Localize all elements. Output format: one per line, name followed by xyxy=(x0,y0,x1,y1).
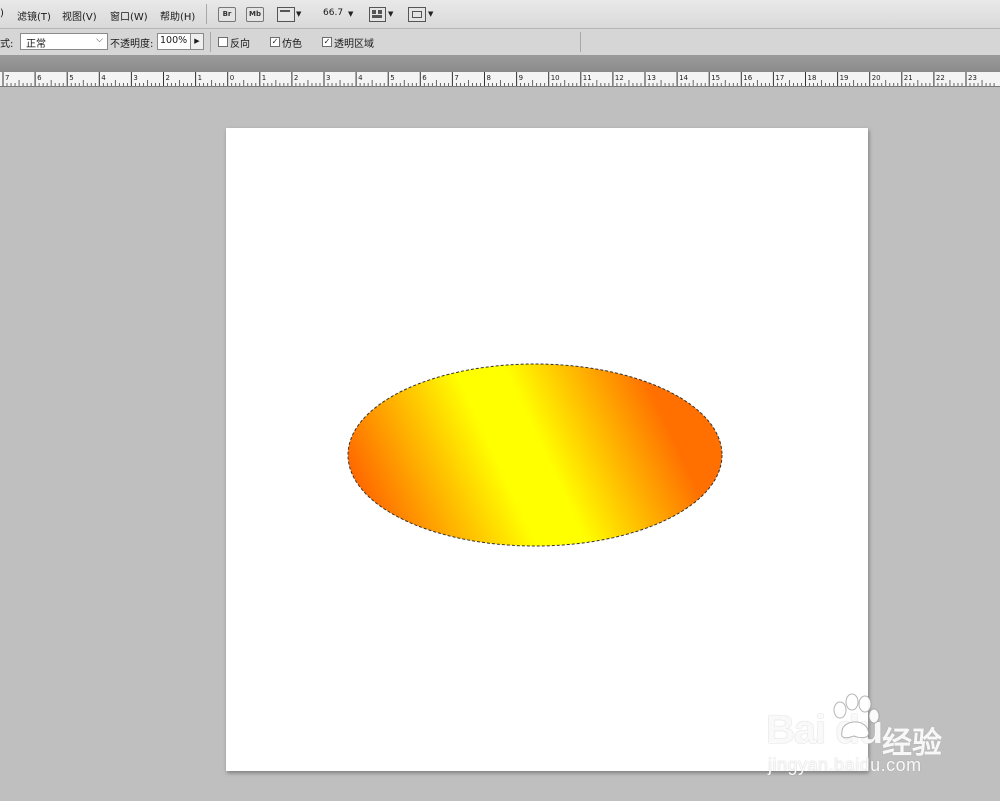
mini-bridge-button[interactable]: Mb xyxy=(246,7,264,22)
ruler-label: 23 xyxy=(968,74,977,82)
ruler-label: 18 xyxy=(808,74,817,82)
ruler-label: 15 xyxy=(711,74,720,82)
ruler-ticks: 7 6 5 4 3 2 1 0 1 2 3 4 5 6 7 8 9 10 11 12 13 14 15 16 17 18 19 20 2… xyxy=(2,72,995,86)
opacity-label: 不透明度: xyxy=(110,39,154,50)
reverse-checkbox[interactable] xyxy=(218,37,228,47)
gradient-ellipse-selection[interactable] xyxy=(347,363,723,547)
canvas-art xyxy=(347,363,723,547)
ruler-label: 6 xyxy=(37,74,42,82)
paw-icon xyxy=(833,693,880,739)
chevron-down-icon[interactable]: ▼ xyxy=(388,10,393,18)
ruler-label: 19 xyxy=(840,74,849,82)
ruler-label: 8 xyxy=(487,74,491,82)
mode-label: 式: xyxy=(0,39,14,50)
opacity-slider-arrow-icon[interactable]: ▶ xyxy=(190,33,204,50)
menu-divider xyxy=(206,4,207,24)
ruler-label: 2 xyxy=(166,74,170,82)
ruler-label: 14 xyxy=(679,74,688,82)
ruler-label: 21 xyxy=(904,74,913,82)
screen-mode-icon[interactable] xyxy=(277,7,295,22)
horizontal-ruler[interactable]: 7 6 5 4 3 2 1 0 1 2 3 4 5 6 7 8 9 10 11 12 13 14 15 16 17 18 19 20 2… xyxy=(0,72,1000,87)
bridge-button[interactable]: Br xyxy=(218,7,236,22)
ruler-label: 5 xyxy=(390,74,394,82)
ruler-label: 17 xyxy=(775,74,784,82)
chevron-down-icon[interactable]: ▼ xyxy=(348,10,353,18)
opacity-input[interactable]: 100% xyxy=(157,33,191,50)
menu-item-filter[interactable]: 滤镜(T) xyxy=(17,8,51,23)
ruler-label: 9 xyxy=(519,74,523,82)
screen-layout-icon[interactable] xyxy=(408,7,426,22)
ruler-label: 16 xyxy=(743,74,752,82)
options-bar: 式: 正常 ⌵ 不透明度: 100% ▶ 反向 ✓ 仿色 ✓ 透明区域 xyxy=(0,29,1000,56)
ruler-label: 11 xyxy=(583,74,592,82)
document-canvas[interactable] xyxy=(226,128,868,771)
ruler-label: 4 xyxy=(101,74,106,82)
chevron-down-icon: ⌵ xyxy=(96,35,103,45)
menu-item-partial[interactable]: ) xyxy=(0,8,4,19)
transparency-checkbox[interactable]: ✓ xyxy=(322,37,332,47)
ruler-label: 5 xyxy=(69,74,73,82)
ruler-label: 20 xyxy=(872,74,881,82)
ruler-label: 2 xyxy=(294,74,298,82)
ruler-label: 12 xyxy=(615,74,624,82)
ruler-label: 10 xyxy=(551,74,560,82)
ruler-label: 7 xyxy=(454,74,458,82)
transparency-label: 透明区域 xyxy=(334,39,374,50)
ruler-label: 3 xyxy=(326,74,330,82)
ruler-label: 1 xyxy=(262,74,266,82)
ruler-label: 3 xyxy=(133,74,137,82)
ruler-label: 7 xyxy=(5,74,9,82)
document-tab-strip xyxy=(0,56,1000,72)
menu-item-window[interactable]: 窗口(W) xyxy=(110,8,148,23)
opacity-value: 100% xyxy=(160,35,188,46)
blend-mode-value: 正常 xyxy=(26,39,46,50)
ruler-label: 6 xyxy=(422,74,427,82)
options-divider xyxy=(210,32,211,52)
options-divider xyxy=(580,32,581,52)
chevron-down-icon[interactable]: ▼ xyxy=(428,10,433,18)
watermark-url: jingyan.baidu.com xyxy=(768,755,922,775)
arrange-documents-icon[interactable] xyxy=(369,7,386,22)
dither-label: 仿色 xyxy=(282,39,302,50)
reverse-label: 反向 xyxy=(230,39,250,50)
ruler-label: 4 xyxy=(358,74,363,82)
ruler-label: 1 xyxy=(198,74,202,82)
baidu-jingyan-watermark: Bai du 经验 jingyan.baidu.com xyxy=(760,690,980,785)
dither-checkbox[interactable]: ✓ xyxy=(270,37,280,47)
menu-bar: ) 滤镜(T) 视图(V) 窗口(W) 帮助(H) Br Mb ▼ 66.7 ▼… xyxy=(0,0,1000,29)
menu-item-help[interactable]: 帮助(H) xyxy=(160,8,195,23)
menu-item-view[interactable]: 视图(V) xyxy=(62,8,97,23)
ruler-label: 22 xyxy=(936,74,945,82)
zoom-level[interactable]: 66.7 xyxy=(323,8,343,18)
blend-mode-select[interactable]: 正常 ⌵ xyxy=(20,33,108,50)
chevron-down-icon[interactable]: ▼ xyxy=(296,10,301,18)
ruler-label: 13 xyxy=(647,74,656,82)
ruler-label: 0 xyxy=(230,74,234,82)
